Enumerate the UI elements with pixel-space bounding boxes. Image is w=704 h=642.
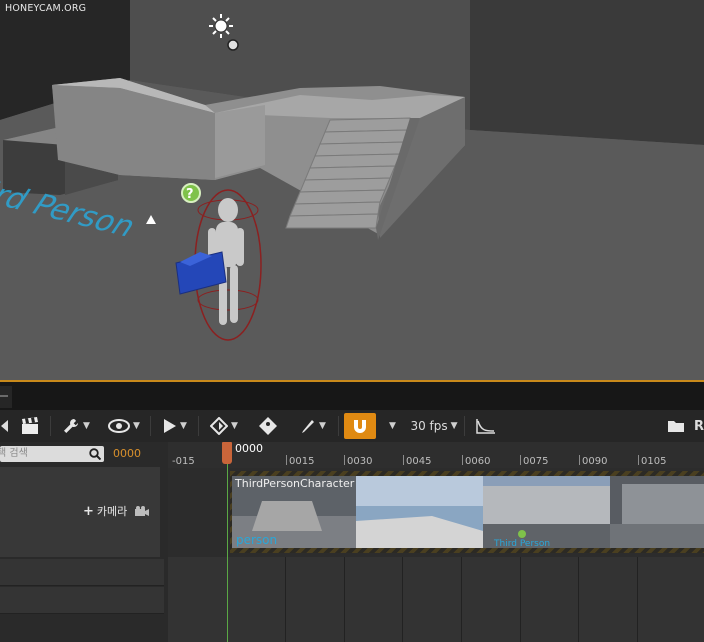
tick-label: 0060: [465, 456, 491, 467]
current-frame-field[interactable]: 0000: [113, 446, 141, 462]
search-input[interactable]: 택 검색: [0, 446, 104, 462]
scene-render: Third Person ?: [0, 0, 704, 381]
search-placeholder: 택 검색: [0, 448, 28, 459]
svg-text:?: ?: [186, 187, 194, 202]
chevron-down-icon: ▼: [231, 421, 238, 431]
camera-icon: [135, 506, 150, 516]
play-icon: [164, 419, 177, 433]
snap-options-dropdown[interactable]: ▼: [382, 410, 400, 442]
search-icon: [89, 448, 101, 460]
sequencer-toolbar: ▼ ▼ ▼ ▼ ▼ ▼ 30 fps ▼ R: [0, 410, 704, 442]
chevron-down-icon: ▼: [389, 421, 396, 431]
nav-left-icon[interactable]: [0, 410, 10, 442]
add-camera-label: 카메라: [96, 505, 128, 518]
clapperboard-icon[interactable]: [18, 410, 42, 442]
playhead-frame-label: 0000: [235, 442, 263, 455]
plus-icon: +: [83, 503, 94, 519]
wrench-menu-button[interactable]: ▼: [58, 410, 94, 442]
tab-stub[interactable]: [0, 386, 12, 408]
curve-icon: [476, 419, 495, 434]
playhead-handle[interactable]: [222, 442, 232, 464]
wrench-icon: [64, 419, 79, 433]
playback-menu-button[interactable]: ▼: [158, 410, 192, 442]
playhead-line: [227, 462, 228, 642]
view-options-button[interactable]: ▼: [104, 410, 144, 442]
tick-label: -015: [172, 456, 195, 467]
tick-label: 0075: [523, 456, 549, 467]
key-diamond-icon: [210, 417, 229, 435]
svg-text:person: person: [236, 533, 277, 547]
watermark: HONEYCAM.ORG: [5, 3, 87, 14]
chevron-down-icon: ▼: [450, 421, 458, 431]
tick-label: 0030: [347, 456, 373, 467]
chevron-down-icon: ▼: [133, 421, 140, 431]
tick-label: 0105: [641, 456, 667, 467]
eye-icon: [108, 419, 131, 433]
svg-text:Third Person: Third Person: [493, 539, 550, 548]
pencil-icon: [302, 420, 315, 433]
level-viewport[interactable]: Third Person ? HONEYCAM.ORG: [0, 0, 704, 381]
curve-editor-button[interactable]: [472, 410, 500, 442]
key-menu-button[interactable]: ▼: [204, 410, 244, 442]
frame-rate-label: 30 fps: [410, 419, 448, 433]
timeline-empty-area[interactable]: [168, 557, 704, 642]
frame-rate-dropdown[interactable]: 30 fps ▼: [408, 410, 460, 442]
tab-strip: [0, 382, 704, 410]
tick-label: 0045: [406, 456, 432, 467]
add-camera-button[interactable]: + 카메라: [83, 503, 150, 519]
snap-toggle[interactable]: [344, 413, 376, 439]
folder-icon: [668, 421, 684, 432]
magnet-icon: [354, 420, 366, 433]
render-button[interactable]: R: [692, 410, 704, 442]
chevron-down-icon: ▼: [180, 421, 187, 431]
auto-key-button[interactable]: [254, 410, 282, 442]
key-tag-icon: [259, 417, 277, 435]
tick-label: 0090: [582, 456, 608, 467]
open-folder-button[interactable]: [664, 410, 688, 442]
chevron-down-icon: ▼: [83, 421, 90, 431]
shot-label: ThirdPersonCharacter: [235, 477, 355, 490]
track-row-empty[interactable]: [0, 559, 164, 586]
track-row-empty[interactable]: [0, 587, 164, 614]
chevron-down-icon: ▼: [319, 421, 326, 431]
tick-label: 0015: [289, 456, 315, 467]
edit-menu-button[interactable]: ▼: [294, 410, 332, 442]
